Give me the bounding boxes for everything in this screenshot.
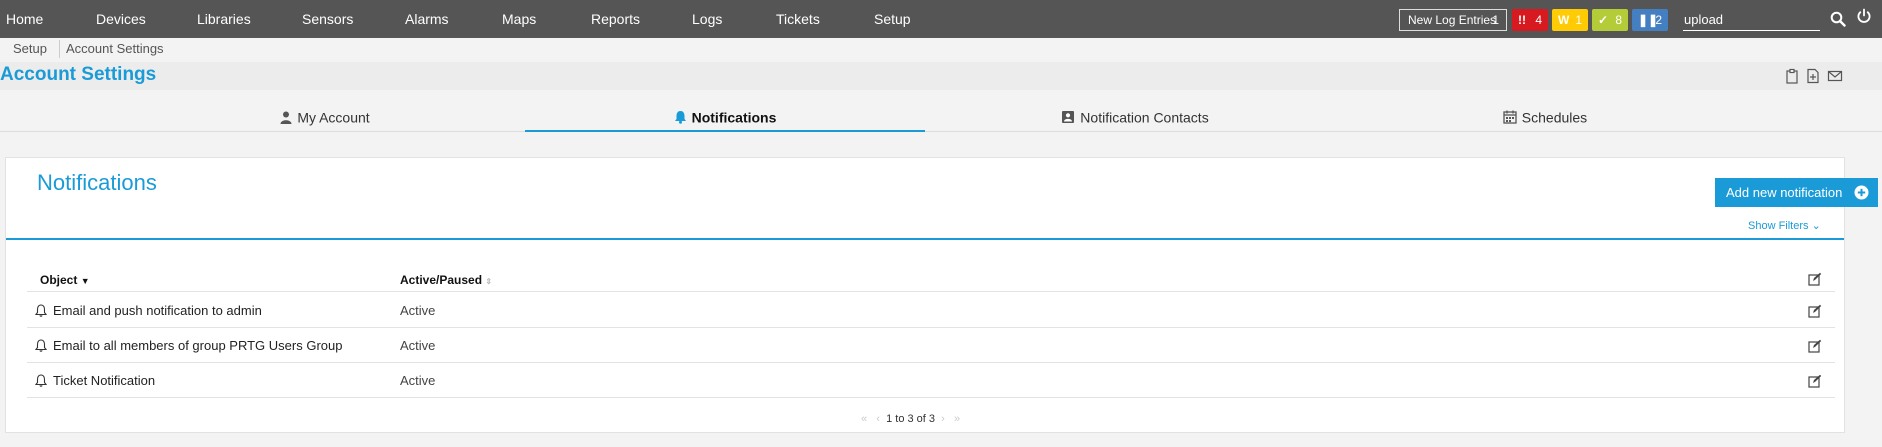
nav-devices[interactable]: Devices xyxy=(96,0,146,38)
show-filters-link[interactable]: Show Filters ⌄ xyxy=(1748,219,1821,232)
calendar-icon xyxy=(1503,110,1517,124)
column-active-paused[interactable]: Active/Paused ⇕ xyxy=(400,273,492,287)
tab-notification-contacts[interactable]: Notification Contacts xyxy=(925,108,1345,132)
card-divider xyxy=(6,238,1844,240)
edit-icon[interactable] xyxy=(1808,304,1822,318)
new-log-entries-label: New Log Entries xyxy=(1408,13,1497,27)
column-object-label: Object xyxy=(40,273,78,287)
clipboard-icon[interactable] xyxy=(1784,68,1800,84)
edit-all-icon[interactable] xyxy=(1808,272,1822,286)
sort-icon: ⇕ xyxy=(485,277,493,286)
tab-notifications-label: Notifications xyxy=(691,109,777,126)
tab-notifications[interactable]: Notifications xyxy=(525,108,925,132)
notification-name[interactable]: Ticket Notification xyxy=(53,373,155,388)
next-page-icon[interactable]: › xyxy=(941,413,945,425)
new-log-entries-count: 1 xyxy=(1492,13,1499,27)
title-band: Account Settings xyxy=(0,62,1882,90)
card-title: Notifications xyxy=(37,170,157,195)
power-icon[interactable] xyxy=(1856,8,1872,24)
table-row[interactable]: Email and push notification to admin Act… xyxy=(27,293,1835,328)
notification-name[interactable]: Email and push notification to admin xyxy=(53,303,262,318)
nav-home[interactable]: Home xyxy=(6,0,43,38)
contact-card-icon xyxy=(1062,111,1075,124)
table-row[interactable]: Email to all members of group PRTG Users… xyxy=(27,328,1835,363)
breadcrumb-divider xyxy=(59,40,60,58)
account-tabs: My Account Notifications Notification Co… xyxy=(0,108,1882,132)
chevron-down-icon: ⌄ xyxy=(1811,220,1821,232)
pagination: « ‹ 1 to 3 of 3 › » xyxy=(861,413,960,425)
tab-my-account-label: My Account xyxy=(297,109,370,126)
alarm-icon: !! xyxy=(1518,13,1526,27)
nav-sensors[interactable]: Sensors xyxy=(302,0,353,38)
add-new-notification-label: Add new notification xyxy=(1726,185,1843,200)
tab-notification-contacts-label: Notification Contacts xyxy=(1080,109,1209,126)
warning-count: 1 xyxy=(1575,13,1582,27)
notification-name[interactable]: Email to all members of group PRTG Users… xyxy=(53,338,342,353)
breadcrumb-setup[interactable]: Setup xyxy=(13,41,47,56)
edit-icon[interactable] xyxy=(1808,339,1822,353)
nav-logs[interactable]: Logs xyxy=(692,0,722,38)
table-row[interactable]: Ticket Notification Active xyxy=(27,363,1835,398)
notification-status: Active xyxy=(400,338,436,353)
last-page-icon[interactable]: » xyxy=(954,413,960,425)
bell-icon xyxy=(35,374,47,387)
alarm-count: 4 xyxy=(1535,13,1542,27)
notifications-card: Notifications Add new notification Show … xyxy=(5,157,1878,433)
notification-status: Active xyxy=(400,303,436,318)
notification-status: Active xyxy=(400,373,436,388)
nav-maps[interactable]: Maps xyxy=(502,0,536,38)
search-icon[interactable] xyxy=(1830,11,1846,27)
ok-icon: ✓ xyxy=(1598,13,1609,27)
nav-libraries[interactable]: Libraries xyxy=(197,0,251,38)
page-title: Account Settings xyxy=(0,64,157,85)
warning-badge[interactable]: W 1 xyxy=(1552,9,1588,31)
nav-reports[interactable]: Reports xyxy=(591,0,640,38)
edit-icon[interactable] xyxy=(1808,374,1822,388)
tab-schedules-label: Schedules xyxy=(1521,109,1588,126)
breadcrumb: Setup Account Settings xyxy=(0,38,1882,60)
breadcrumb-account-settings[interactable]: Account Settings xyxy=(66,41,164,56)
plus-circle-icon xyxy=(1854,185,1869,200)
nav-alarms[interactable]: Alarms xyxy=(405,0,449,38)
warning-icon: W xyxy=(1558,13,1570,27)
nav-setup[interactable]: Setup xyxy=(874,0,911,38)
tab-schedules[interactable]: Schedules xyxy=(1345,108,1745,132)
prev-page-icon[interactable]: ‹ xyxy=(876,413,880,425)
paused-count: 2 xyxy=(1655,13,1662,27)
first-page-icon[interactable]: « xyxy=(861,413,867,425)
add-new-notification-button[interactable]: Add new notification xyxy=(1715,178,1878,207)
table-header: Object ▼ Active/Paused ⇕ xyxy=(27,268,1835,292)
show-filters-label: Show Filters xyxy=(1748,220,1809,232)
top-nav-bar: Home Devices Libraries Sensors Alarms Ma… xyxy=(0,0,1882,38)
nav-tickets[interactable]: Tickets xyxy=(776,0,820,38)
paused-badge[interactable]: ❚❚ 2 xyxy=(1632,9,1668,31)
column-object[interactable]: Object ▼ xyxy=(40,273,90,287)
search-input[interactable] xyxy=(1683,9,1820,31)
column-active-paused-label: Active/Paused xyxy=(400,273,483,287)
user-icon xyxy=(280,111,292,124)
new-log-entries-button[interactable]: New Log Entries 1 xyxy=(1399,9,1507,31)
email-icon[interactable] xyxy=(1827,68,1843,84)
bell-icon xyxy=(35,304,47,317)
sort-desc-icon: ▼ xyxy=(80,276,90,286)
ok-badge[interactable]: ✓ 8 xyxy=(1592,9,1628,31)
alarm-badge[interactable]: !! 4 xyxy=(1512,9,1548,31)
pagination-range: 1 to 3 of 3 xyxy=(886,413,936,425)
bell-icon xyxy=(674,111,686,125)
ok-count: 8 xyxy=(1615,13,1622,27)
bell-icon xyxy=(35,339,47,352)
export-document-icon[interactable] xyxy=(1805,68,1821,84)
